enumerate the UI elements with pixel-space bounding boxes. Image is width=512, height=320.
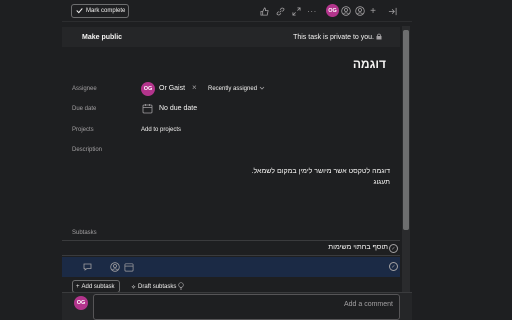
scrollbar-thumb[interactable] [403, 30, 409, 230]
subtask-name[interactable]: תוסף בחתוי משימות [328, 244, 388, 251]
lock-icon [376, 33, 382, 42]
new-subtask-row[interactable]: ✓ [62, 257, 400, 277]
user-icon-secondary[interactable] [354, 5, 366, 17]
sparkle-icon: ✧ [131, 284, 137, 291]
thumbs-up-icon[interactable] [258, 5, 270, 17]
close-panel-icon[interactable] [386, 5, 398, 17]
expand-icon[interactable] [290, 5, 302, 17]
add-collaborator-icon[interactable]: + [367, 5, 379, 17]
subtasks-label: Subtasks [72, 230, 97, 236]
assignee-avatar[interactable]: OG [141, 82, 155, 96]
due-date-picker-icon[interactable] [124, 262, 134, 272]
comment-icon[interactable] [82, 262, 92, 272]
comment-input[interactable]: Add a comment [93, 294, 400, 320]
recently-assigned-label: Recently assigned [208, 86, 258, 92]
remove-assignee-icon[interactable]: × [192, 83, 197, 92]
draft-subtasks-label: Draft subtasks [138, 284, 177, 290]
add-to-projects-link[interactable]: Add to projects [141, 127, 181, 133]
task-toolbar: Mark complete ··· OG + [0, 0, 512, 22]
assignee-label: Assignee [72, 86, 97, 92]
assignee-name[interactable]: Or Gaist [159, 85, 185, 92]
plus-icon: + [76, 283, 80, 290]
user-icon[interactable] [340, 5, 352, 17]
more-options-icon[interactable]: ··· [306, 5, 318, 17]
toolbar-divider [62, 21, 412, 22]
recently-assigned-dropdown[interactable]: Recently assigned [208, 85, 265, 93]
link-icon[interactable] [274, 5, 286, 17]
assignee-picker-icon[interactable] [110, 262, 120, 272]
description-label: Description [72, 147, 103, 153]
new-subtask-check-icon[interactable]: ✓ [389, 262, 398, 271]
task-title[interactable]: דוגמה [353, 57, 386, 71]
mark-complete-label: Mark complete [86, 8, 126, 14]
description-line: תעגוג [373, 179, 390, 186]
calendar-icon[interactable] [142, 103, 153, 114]
subtask-check-icon[interactable]: ✓ [389, 244, 398, 253]
privacy-banner: Make public This task is private to you. [62, 27, 400, 47]
due-date-label: Due date [72, 106, 97, 112]
chevron-down-icon [259, 85, 265, 93]
description-line: דוגמה לטקסט אשר מיושר לימין במקום לשמאל. [251, 168, 390, 175]
comment-placeholder: Add a comment [343, 301, 393, 308]
private-notice-text: This task is private to you. [293, 33, 374, 41]
draft-subtasks-button[interactable]: ✧ Draft subtasks [131, 282, 185, 292]
make-public-button[interactable]: Make public [82, 34, 122, 41]
description-body[interactable]: דוגמה לטקסט אשר מיושר לימין במקום לשמאל.… [130, 166, 390, 188]
lightbulb-icon [178, 282, 185, 292]
private-notice: This task is private to you. [293, 33, 382, 42]
due-date-value[interactable]: No due date [159, 105, 197, 112]
comment-avatar: OG [74, 296, 88, 310]
add-subtask-label: Add subtask [81, 283, 115, 290]
subtask-row[interactable]: תוסף בחתוי משימות ✓ [62, 240, 400, 256]
projects-label: Projects [72, 127, 94, 133]
check-icon [76, 7, 83, 16]
collaborator-avatar[interactable]: OG [326, 4, 339, 17]
mark-complete-button[interactable]: Mark complete [71, 4, 129, 18]
